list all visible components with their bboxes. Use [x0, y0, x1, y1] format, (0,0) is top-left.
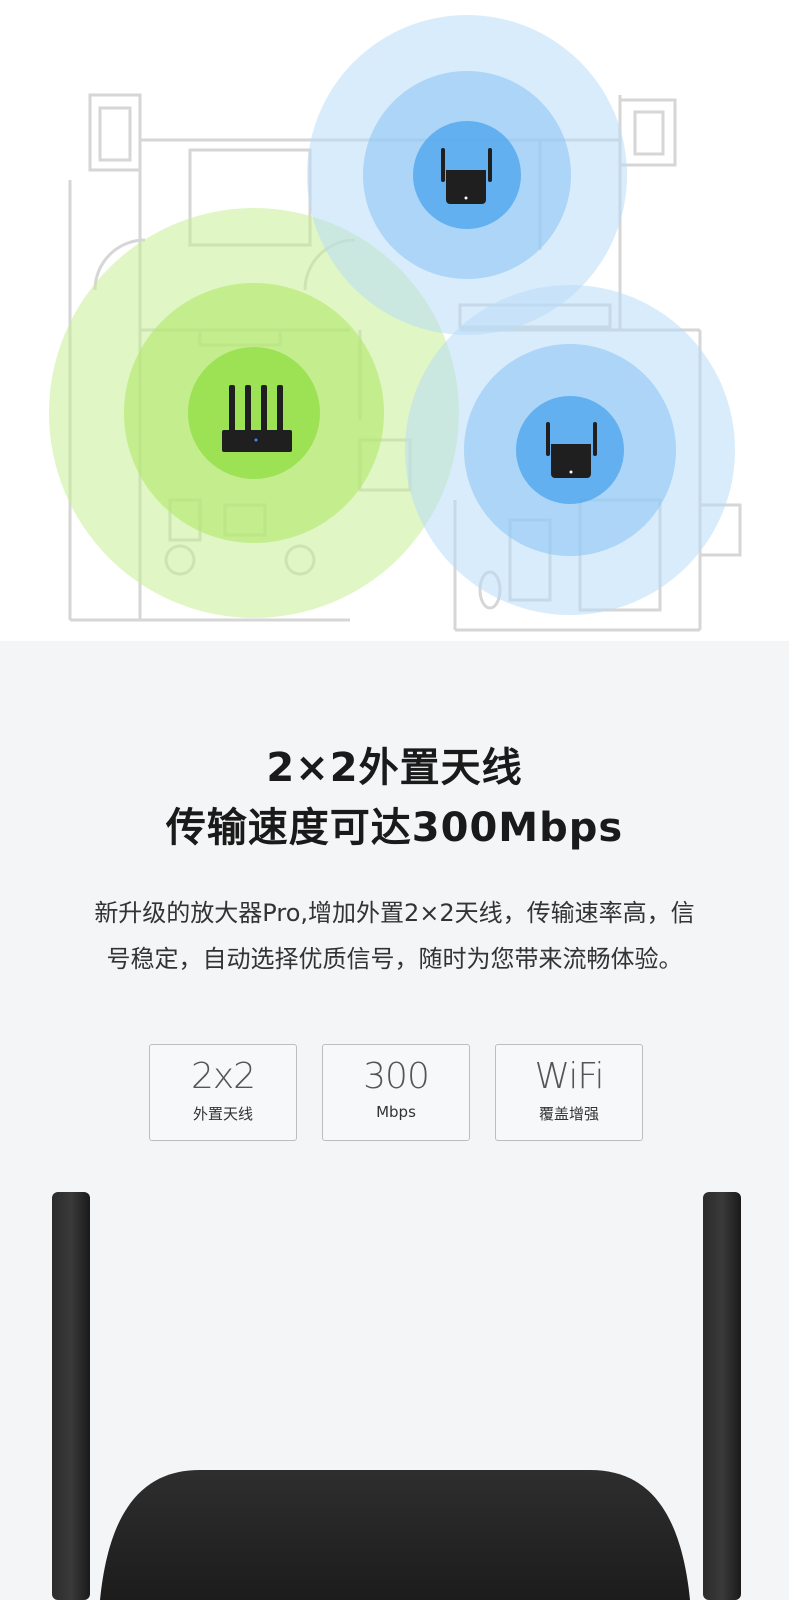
headline-line-2: 传输速度可达300Mbps: [165, 805, 624, 851]
product-page: 2×2外置天线 传输速度可达300Mbps 新升级的放大器Pro,增加外置2×2…: [0, 0, 789, 1600]
floorplan-map: [49, 15, 742, 632]
device-body: [100, 1470, 690, 1600]
feature-speed: 300 Mbps: [322, 1044, 470, 1141]
right-antenna: [703, 1192, 741, 1600]
feature-value: 2x2: [190, 1056, 256, 1097]
feature-value: 300: [363, 1056, 430, 1097]
description-line-2: 号稳定，自动选择优质信号，随时为您带来流畅体验。: [106, 945, 683, 973]
feature-label: 覆盖增强: [538, 1105, 599, 1123]
feature-label: Mbps: [376, 1103, 416, 1121]
feature-label: 外置天线: [192, 1105, 253, 1123]
coverage-illustration: [0, 0, 789, 641]
description-line-1: 新升级的放大器Pro,增加外置2×2天线，传输速率高，信: [94, 899, 695, 927]
feature-wifi: WiFi 覆盖增强: [495, 1044, 643, 1141]
repeater-product-photo: [52, 1192, 741, 1600]
feature-value: WiFi: [534, 1056, 605, 1097]
headline-line-1: 2×2外置天线: [266, 745, 523, 791]
left-antenna: [52, 1192, 90, 1600]
feature-antenna: 2x2 外置天线: [149, 1044, 297, 1141]
